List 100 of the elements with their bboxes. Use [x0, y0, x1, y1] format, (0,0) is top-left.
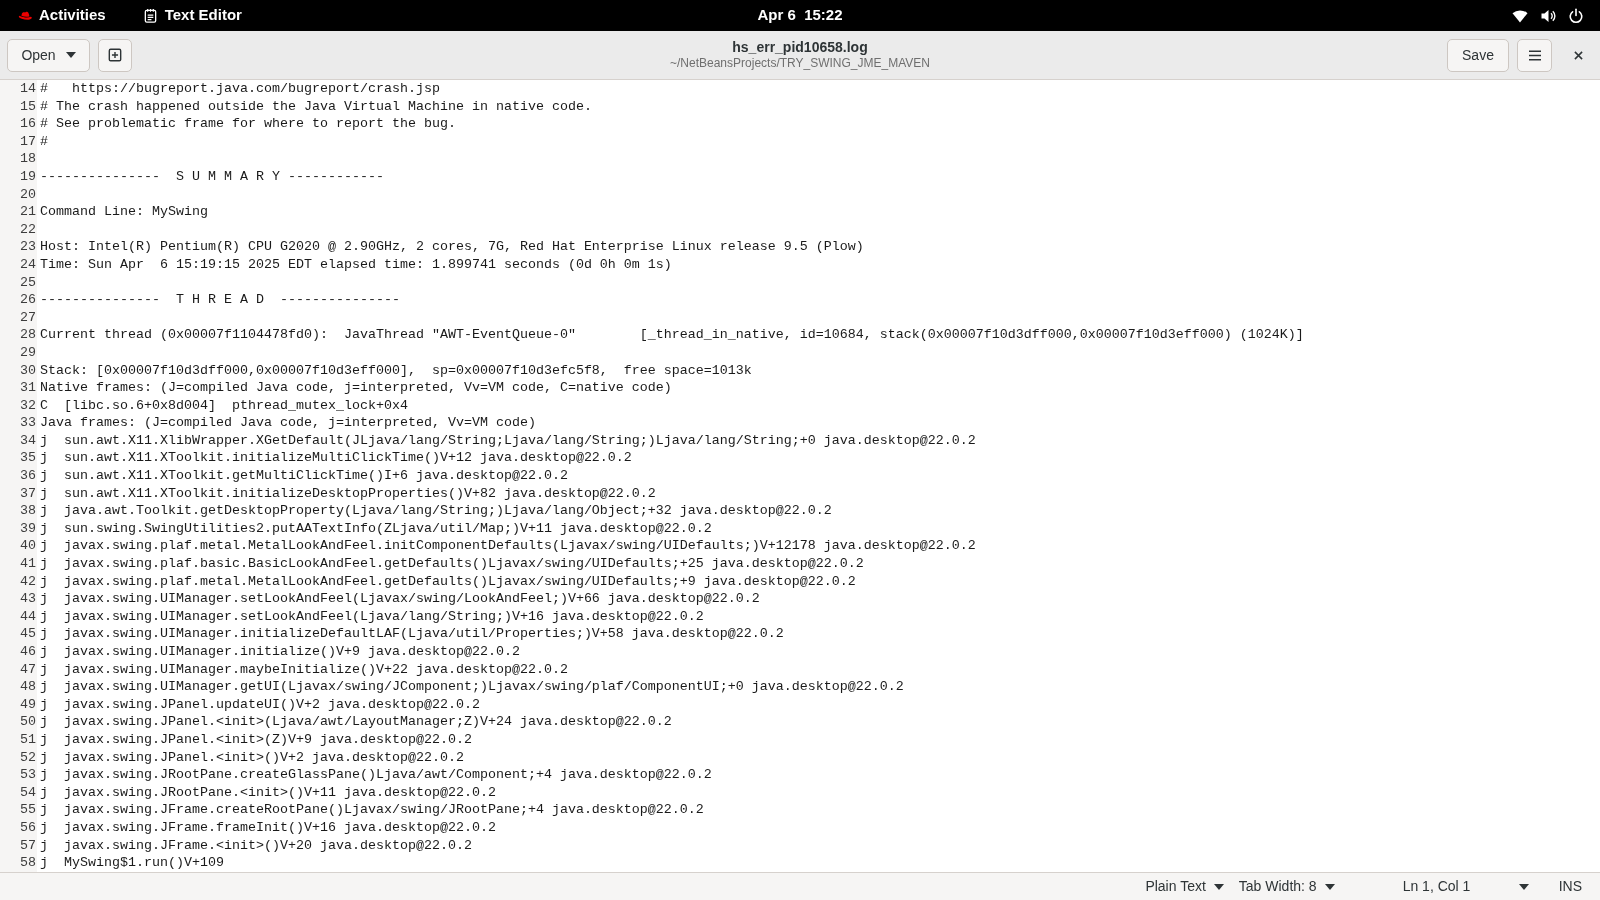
code-line: Host: Intel(R) Pentium(R) CPU G2020 @ 2.90GHz, 2 cores, 7G, Red Hat Enterprise Linux release 9.5 (Plow) — [40, 238, 864, 256]
power-icon[interactable] — [1568, 7, 1584, 24]
line-number: 15 — [20, 97, 36, 116]
code-line: Command Line: MySwing — [40, 203, 208, 221]
line-number: 44 — [20, 607, 36, 626]
line-number: 38 — [20, 502, 36, 520]
code-line: j javax.swing.UIManager.initializeDefaultLAF(Ljava/util/Properties;)V+58 java.desktop@22.0.2 — [40, 625, 784, 643]
plus-square-icon — [108, 48, 122, 62]
code-line: Java frames: (J=compiled Java code, j=interpreted, Vv=VM code) — [40, 414, 536, 432]
code-line: j javax.swing.plaf.metal.MetalLookAndFeel.getDefaults()Ljavax/swing/UIDefaults;+9 java.desktop@22.0.2 — [40, 572, 856, 591]
code-line: j javax.swing.JPanel.<init>()V+2 java.desktop@22.0.2 — [40, 748, 464, 767]
line-number: 56 — [20, 818, 36, 837]
line-number: 35 — [20, 449, 36, 468]
line-number: 20 — [20, 185, 36, 204]
code-line: j javax.swing.UIManager.setLookAndFeel(Ljavax/swing/LookAndFeel;)V+66 java.desktop@22.0.2 — [40, 590, 760, 608]
notepad-icon — [142, 8, 158, 23]
caret-icon — [1213, 883, 1224, 890]
caret-icon — [65, 52, 76, 58]
code-line: # https://bugreport.java.com/bugreport/crash.jsp — [40, 80, 440, 98]
line-number: 41 — [20, 555, 36, 573]
speaker-icon[interactable] — [1540, 7, 1556, 24]
new-tab-button[interactable] — [98, 38, 132, 72]
line-number: 53 — [20, 766, 36, 784]
cursor-position-selector[interactable]: Ln 1, Col 1 — [1396, 874, 1535, 899]
hat-icon — [17, 10, 34, 21]
line-number: 30 — [20, 361, 36, 380]
language-selector[interactable]: Plain Text — [1139, 874, 1230, 899]
activities-button[interactable]: Activities — [0, 0, 110, 31]
line-number: 27 — [20, 308, 36, 327]
line-number: 51 — [20, 730, 36, 749]
line-number: 43 — [20, 590, 36, 608]
code-line: # See problematic frame for where to report the bug. — [40, 115, 456, 133]
tab-width-selector[interactable]: Tab Width: 8 — [1232, 874, 1341, 899]
line-number: 39 — [20, 519, 36, 538]
line-number: 54 — [20, 783, 36, 802]
menu-button[interactable] — [1517, 38, 1552, 72]
app-menu-button[interactable]: Text Editor — [142, 0, 242, 31]
code-line: j javax.swing.plaf.metal.MetalLookAndFeel.initComponentDefaults(Ljavax/swing/UIDefaults;)V+12178 java.desktop@22.0.2 — [40, 537, 976, 556]
code-line: j javax.swing.JPanel.updateUI()V+2 java.desktop@22.0.2 — [40, 695, 480, 714]
open-button[interactable]: Open — [7, 38, 90, 72]
line-number: 49 — [20, 695, 36, 714]
line-number: 34 — [20, 431, 36, 450]
close-icon — [1573, 50, 1583, 60]
line-number: 47 — [20, 660, 36, 679]
code-line: j sun.awt.X11.XlibWrapper.XGetDefault(JLjava/lang/String;Ljava/lang/String;)Ljava/lang/String;+0 java.desktop@22.0.2 — [40, 431, 976, 450]
code-line: j javax.swing.JFrame.frameInit()V+16 java.desktop@22.0.2 — [40, 818, 496, 837]
line-number: 45 — [20, 625, 36, 643]
file-path: ~/NetBeansProjects/TRY_SWING_JME_MAVEN — [670, 56, 930, 71]
code-line: j javax.swing.UIManager.getUI(Ljavax/swing/JComponent;)Ljavax/swing/plaf/ComponentUI;+0 java.desktop@22.0.2 — [40, 678, 904, 696]
line-number: 33 — [20, 414, 36, 432]
code-line: C [libc.so.6+0x8d004] pthread_mutex_lock+0x4 — [40, 396, 408, 415]
input-mode-label: INS — [1558, 877, 1582, 896]
code-line: j javax.swing.UIManager.setLookAndFeel(Ljava/lang/String;)V+16 java.desktop@22.0.2 — [40, 607, 704, 626]
code-line: j sun.swing.SwingUtilities2.putAATextInfo(ZLjava/util/Map;)V+11 java.desktop@22.0.2 — [40, 519, 712, 538]
save-button[interactable]: Save — [1447, 38, 1509, 72]
code-line: j javax.swing.JFrame.<init>()V+20 java.desktop@22.0.2 — [40, 836, 472, 855]
code-line: j sun.awt.X11.XToolkit.initializeMultiClickTime()V+12 java.desktop@22.0.2 — [40, 449, 632, 468]
code-line: --------------- T H R E A D --------------- — [40, 291, 400, 309]
caret-icon — [1324, 883, 1335, 890]
code-line: j javax.swing.plaf.basic.BasicLookAndFeel.getDefaults()Ljavax/swing/UIDefaults;+25 java.desktop@22.0.2 — [40, 555, 864, 573]
line-number: 32 — [20, 396, 36, 415]
code-line: j javax.swing.JRootPane.<init>()V+11 java.desktop@22.0.2 — [40, 783, 496, 802]
line-number: 25 — [20, 273, 36, 292]
line-number: 14 — [20, 80, 36, 98]
code-line: j javax.swing.JPanel.<init>(Ljava/awt/LayoutManager;Z)V+24 java.desktop@22.0.2 — [40, 713, 672, 731]
caret-icon — [1518, 883, 1529, 890]
line-number: 16 — [20, 115, 36, 133]
line-number: 26 — [20, 291, 36, 309]
line-number: 52 — [20, 748, 36, 767]
code-line: j java.awt.Toolkit.getDesktopProperty(Ljava/lang/String;)Ljava/lang/Object;+32 java.desktop@22.0.2 — [40, 502, 832, 520]
line-number: 42 — [20, 572, 36, 591]
code-line: --------------- S U M M A R Y ------------ — [40, 167, 384, 186]
window-title: hs_err_pid10658.log — [732, 39, 868, 56]
code-line: j sun.awt.X11.XToolkit.initializeDesktopProperties()V+82 java.desktop@22.0.2 — [40, 484, 656, 503]
wifi-icon[interactable] — [1512, 8, 1528, 23]
code-line: Current thread (0x00007f1104478fd0): JavaThread "AWT-EventQueue-0" [_thread_in_native, id=10684, stack(0x00007f10d3dff000,0x00007f10d3eff000) (1024K)] — [40, 326, 1304, 344]
code-line: j javax.swing.JRootPane.createGlassPane()Ljava/awt/Component;+4 java.desktop@22.0.2 — [40, 766, 712, 784]
code-line: Time: Sun Apr 6 15:19:15 2025 EDT elapsed time: 1.899741 seconds (0d 0h 0m 1s) — [40, 255, 672, 274]
code-line: j sun.awt.X11.XToolkit.getMultiClickTime()I+6 java.desktop@22.0.2 — [40, 467, 568, 485]
line-number: 23 — [20, 238, 36, 256]
code-line: j javax.swing.JFrame.createRootPane()Ljavax/swing/JRootPane;+4 java.desktop@22.0.2 — [40, 801, 704, 819]
code-line: Stack: [0x00007f10d3dff000,0x00007f10d3eff000], sp=0x00007f10d3efc5f8, free space=1013k — [40, 361, 752, 380]
clock-button[interactable]: Apr 6 15:22 — [755, 0, 845, 31]
code-line: # The crash happened outside the Java Virtual Machine in native code. — [40, 97, 592, 116]
line-number: 19 — [20, 167, 36, 186]
line-number: 48 — [20, 678, 36, 696]
line-number: 18 — [20, 150, 36, 168]
line-number: 40 — [20, 537, 36, 556]
code-line: j MySwing$1.run()V+109 — [40, 854, 224, 872]
line-number: 57 — [20, 836, 36, 855]
line-number: 17 — [20, 132, 36, 151]
line-number: 55 — [20, 801, 36, 819]
menu-icon — [1528, 49, 1541, 61]
code-line: j javax.swing.UIManager.maybeInitialize()V+22 java.desktop@22.0.2 — [40, 660, 568, 679]
line-number: 28 — [20, 326, 36, 344]
code-line: # — [40, 132, 48, 151]
code-line: Native frames: (J=compiled Java code, j=interpreted, Vv=VM code, C=native code) — [40, 379, 672, 397]
line-number: 24 — [20, 255, 36, 274]
line-number: 36 — [20, 467, 36, 485]
line-number: 46 — [20, 643, 36, 661]
